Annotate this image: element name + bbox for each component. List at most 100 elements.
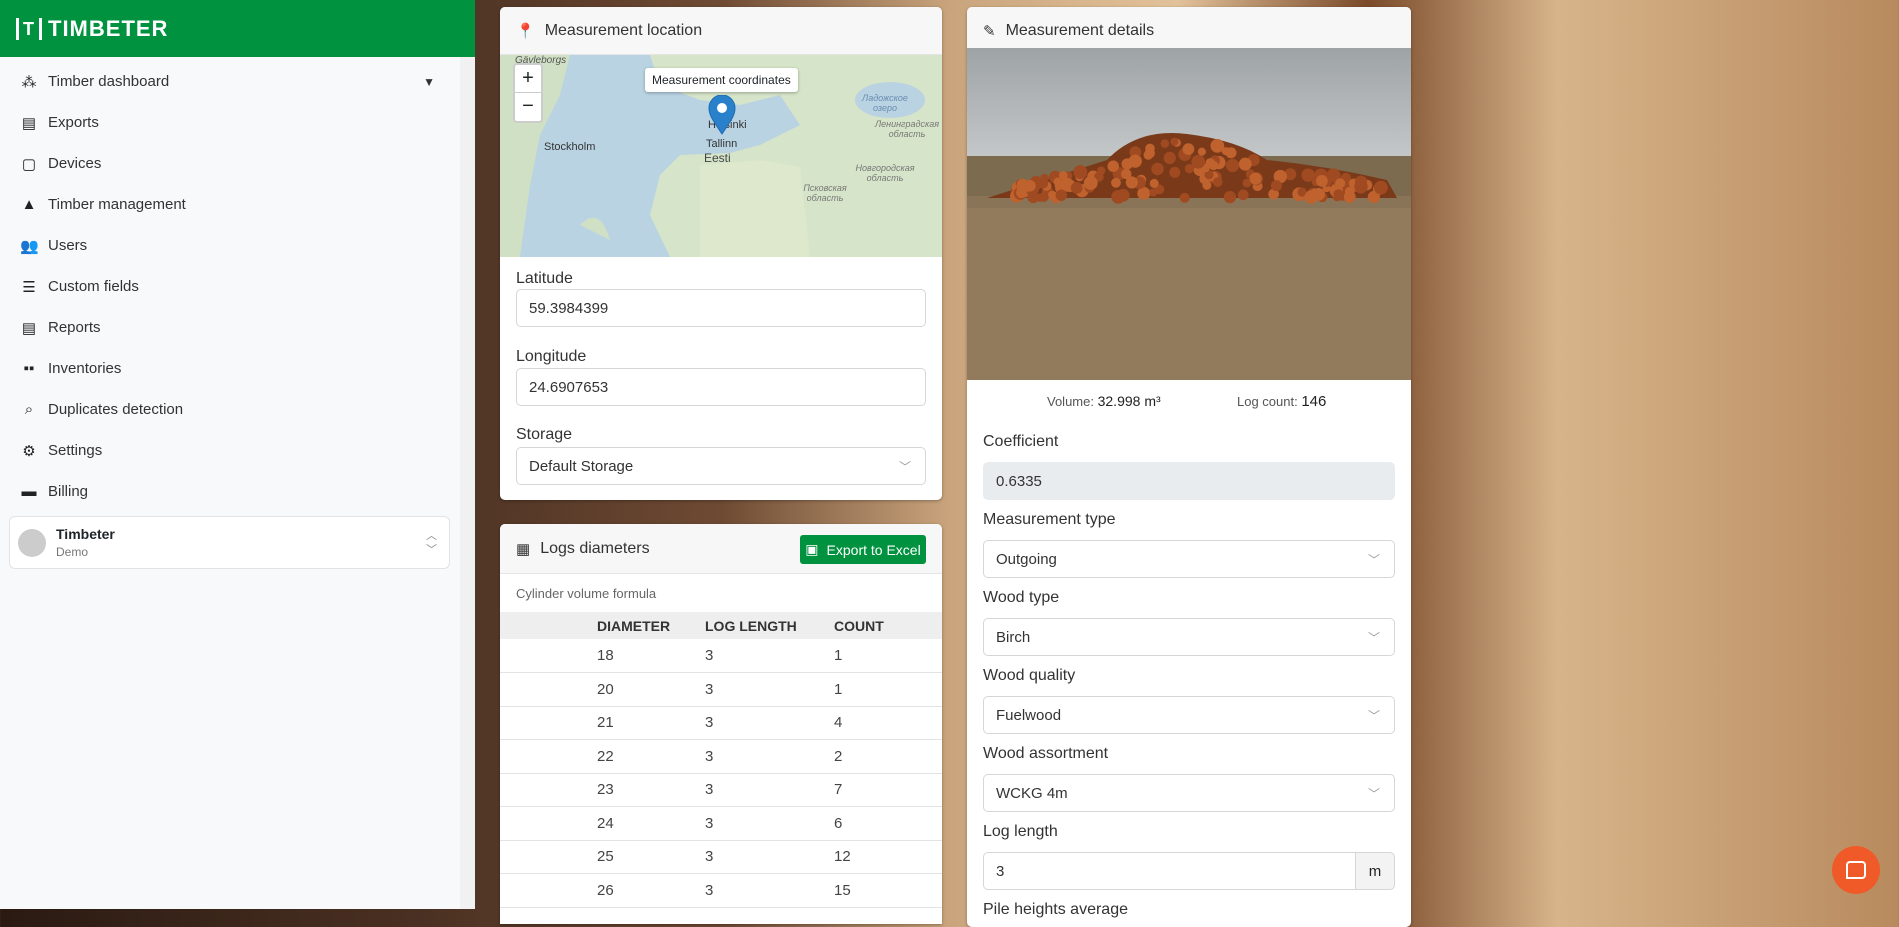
sidebar-item-label: Billing [48, 483, 88, 500]
log-length-cell: 3 [705, 773, 834, 807]
log-end [1198, 148, 1206, 156]
log-length-label: Log length [983, 823, 1058, 841]
log-end [1073, 165, 1087, 179]
count-cell: 7 [834, 773, 942, 807]
column-header-log-length[interactable]: LOG LENGTH [705, 612, 834, 639]
table-row: 21 3 4 [500, 706, 942, 740]
sidebar-item-label: Settings [48, 442, 102, 459]
sidebar-item-devices[interactable]: ▢ Devices [0, 143, 475, 184]
profile-switcher[interactable]: Timbeter Demo ︿ ﹀ [9, 516, 450, 569]
log-end [1056, 189, 1067, 200]
log-end [1121, 169, 1131, 179]
log-end [1040, 174, 1048, 182]
search-icon: ⌕ [20, 401, 38, 418]
chat-launcher-button[interactable] [1832, 846, 1880, 894]
wood-assortment-select[interactable]: WCKG 4m ﹀ [983, 774, 1395, 812]
log-end [1316, 175, 1328, 187]
sidebar-item-label: Timber dashboard [48, 73, 169, 90]
sidebar-item-inventories[interactable]: ▪▪ Inventories [0, 348, 475, 389]
logs-diameters-card: ▦ Logs diameters ▣ Export to Excel Cylinde… [500, 524, 942, 924]
chevron-up-down-icon[interactable]: ︿ ﹀ [426, 529, 437, 557]
latitude-input[interactable]: 59.3984399 [516, 289, 926, 327]
measurement-details-card: ✎ Measurement details Volume: 32.998 m³ L… [967, 7, 1411, 927]
sidebar-item-billing[interactable]: ▬ Billing [0, 471, 475, 512]
wood-type-select[interactable]: Birch ﹀ [983, 618, 1395, 656]
export-to-excel-button[interactable]: ▣ Export to Excel [800, 535, 926, 564]
list-icon: ☰ [20, 278, 38, 296]
diameter-cell: 24 [500, 807, 705, 841]
sidebar-item-label: Users [48, 237, 87, 254]
log-end [1354, 180, 1367, 193]
latitude-label: Latitude [516, 270, 573, 288]
sidebar-item-custom-fields[interactable]: ☰ Custom fields [0, 266, 475, 307]
map-marker-pin-icon[interactable] [708, 95, 736, 135]
caret-down-icon[interactable]: ▼ [423, 75, 435, 89]
log-length-cell: 3 [705, 840, 834, 874]
chevron-down-icon: ﹀ [1368, 707, 1380, 724]
map-label: Tallinn [706, 138, 737, 150]
log-end [1150, 179, 1159, 188]
coefficient-label: Coefficient [983, 433, 1058, 451]
column-header-diameter[interactable]: DIAMETER [500, 612, 705, 639]
log-end [1169, 167, 1180, 178]
storage-select[interactable]: Default Storage ﹀ [516, 447, 926, 485]
table-row: 22 3 2 [500, 740, 942, 774]
sidebar-item-users[interactable]: 👥 Users [0, 225, 475, 266]
storage-value: Default Storage [529, 458, 633, 475]
sidebar-nav: ⁂ Timber dashboard ▼ ▤ Exports ▢ Devices ▲ Ti… [0, 57, 475, 512]
profile-org: Demo [56, 545, 115, 559]
log-length-cell: 3 [705, 807, 834, 841]
zoom-in-button[interactable]: + [515, 65, 541, 93]
sidebar-item-reports[interactable]: ▤ Reports [0, 307, 475, 348]
sidebar: T TIMBETER ⁂ Timber dashboard ▼ ▤ Exports ▢ D… [0, 0, 475, 909]
column-header-count[interactable]: COUNT [834, 612, 942, 639]
cog-icon: ⚙ [20, 442, 38, 460]
sidebar-scrollbar[interactable] [460, 57, 475, 909]
count-cell: 2 [834, 740, 942, 774]
log-end [1271, 180, 1282, 191]
wood-quality-select[interactable]: Fuelwood ﹀ [983, 696, 1395, 734]
sidebar-item-timber-management[interactable]: ▲ Timber management [0, 184, 475, 225]
log-end [1374, 181, 1388, 195]
log-end [1213, 177, 1223, 187]
diameter-cell: 20 [500, 673, 705, 707]
zoom-out-button[interactable]: − [515, 93, 541, 120]
sidebar-item-duplicates-detection[interactable]: ⌕ Duplicates detection [0, 389, 475, 430]
tree-icon: ▲ [20, 196, 38, 213]
storage-label: Storage [516, 426, 572, 444]
map[interactable]: Gävleborgs Stockholm Helsinki Tallinn Ee… [500, 55, 942, 257]
sidebar-item-label: Custom fields [48, 278, 139, 295]
measurement-photo[interactable] [967, 48, 1411, 380]
log-length-input[interactable]: 3 [983, 852, 1356, 890]
measurement-type-select[interactable]: Outgoing ﹀ [983, 540, 1395, 578]
table-row: 26 3 15 [500, 874, 942, 908]
wood-type-value: Birch [996, 629, 1030, 646]
log-end [1202, 181, 1211, 190]
log-end [1191, 155, 1205, 169]
sidebar-item-label: Duplicates detection [48, 401, 183, 418]
log-length-cell: 3 [705, 706, 834, 740]
sidebar-item-timber-dashboard[interactable]: ⁂ Timber dashboard ▼ [0, 61, 475, 102]
map-label: Stockholm [544, 141, 595, 153]
log-length-value: 3 [996, 863, 1004, 880]
log-end [1333, 189, 1343, 199]
log-end [1121, 158, 1132, 169]
log-length-unit: m [1356, 852, 1395, 890]
wood-assortment-label: Wood assortment [983, 745, 1108, 763]
count-cell: 15 [834, 874, 942, 908]
log-end [1304, 190, 1317, 203]
log-end [1239, 158, 1252, 171]
brand-logo[interactable]: T TIMBETER [0, 0, 475, 57]
log-end [1335, 178, 1345, 188]
longitude-input[interactable]: 24.6907653 [516, 368, 926, 406]
sidebar-item-label: Reports [48, 319, 101, 336]
sidebar-item-settings[interactable]: ⚙ Settings [0, 430, 475, 471]
log-end [1107, 161, 1118, 172]
volume-value: 32.998 m³ [1098, 393, 1161, 409]
logs-table: DIAMETER LOG LENGTH COUNT 18 3 1 20 3 1 21 3 4 22… [500, 612, 942, 908]
sidebar-item-exports[interactable]: ▤ Exports [0, 102, 475, 143]
log-end [1345, 187, 1355, 197]
diameter-cell: 23 [500, 773, 705, 807]
file-excel-icon: ▣ [805, 541, 818, 558]
log-length-cell: 3 [705, 639, 834, 673]
